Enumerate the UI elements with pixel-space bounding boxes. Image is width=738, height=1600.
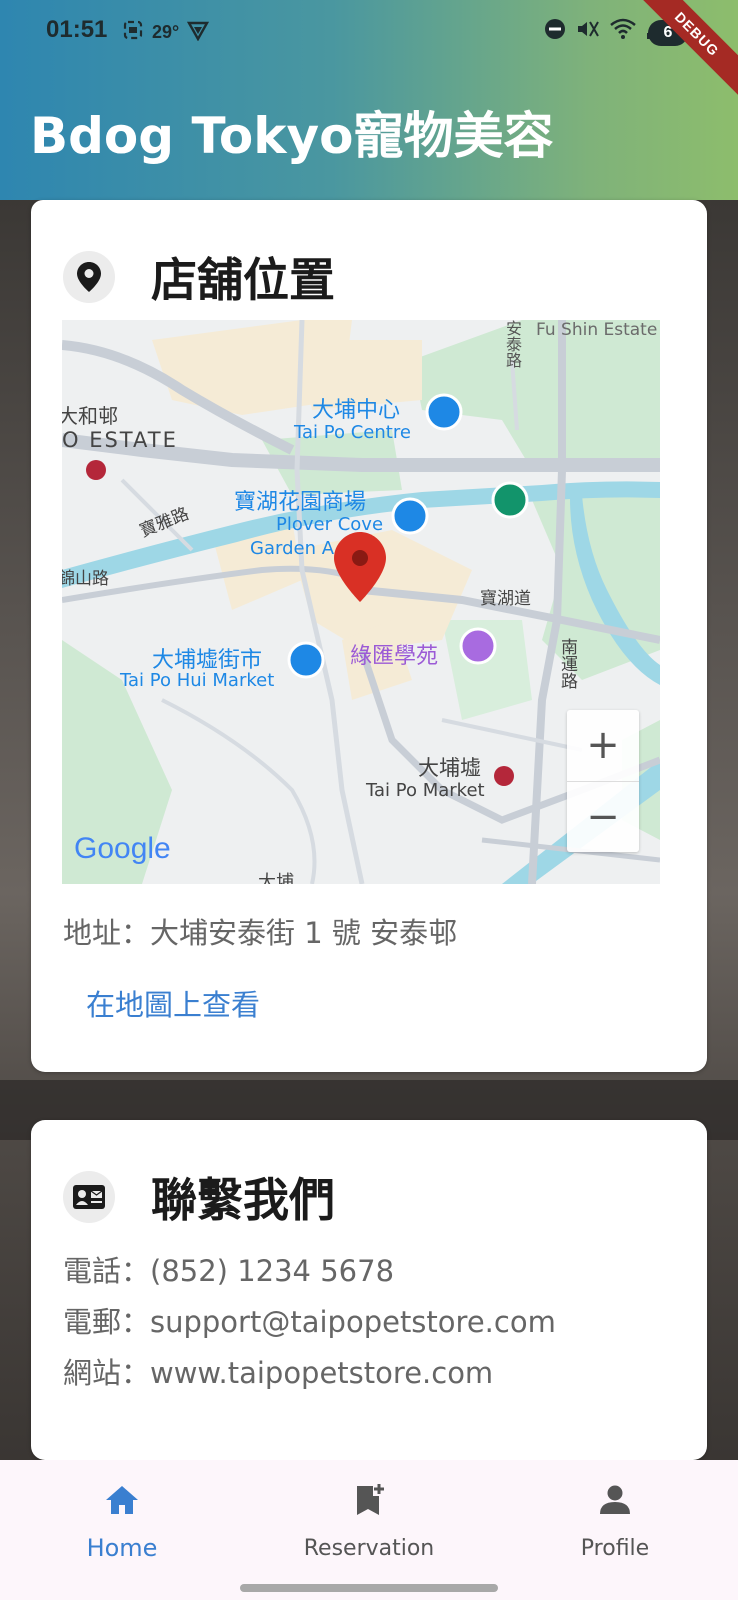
vpn-icon	[187, 19, 210, 46]
person-icon	[597, 1482, 633, 1518]
map-label: 大和邨	[62, 404, 118, 428]
map-label: Tai Po Hui Market	[120, 670, 275, 691]
bookmark-add-icon	[351, 1482, 387, 1518]
map-label: Tai Po Market	[366, 780, 485, 801]
contact-email: 電郵：support@taipopetstore.com	[63, 1305, 556, 1339]
zoom-out-button[interactable]: −	[567, 782, 639, 853]
zoom-in-button[interactable]: +	[567, 710, 639, 781]
nav-item-profile[interactable]: Profile	[515, 1460, 715, 1570]
contact-phone: 電話：(852) 1234 5678	[63, 1254, 395, 1288]
map-label: Fu Shin Estate	[536, 320, 658, 340]
page-title: Bdog Tokyo寵物美容	[30, 107, 554, 165]
nav-label-reservation: Reservation	[303, 1536, 435, 1561]
map-label: 大埔中心	[312, 398, 401, 423]
map-label: 南運路	[557, 638, 577, 689]
map-label: 綠匯學苑	[350, 644, 439, 669]
store-address: 地址：大埔安泰街 1 號 安泰邨	[63, 916, 458, 950]
contact-card-title: 聯繫我們	[151, 1173, 335, 1227]
google-logo: Google	[74, 832, 171, 865]
status-left-icons: 29°	[122, 19, 210, 46]
contact-card: 聯繫我們 電話：(852) 1234 5678 電郵：support@taipo…	[31, 1120, 707, 1460]
nav-item-reservation[interactable]: Reservation	[269, 1460, 469, 1570]
location-card: 店舖位置 Fu Shin Estate 安泰路 大和邨 O ESTATE 大埔中…	[31, 200, 707, 1072]
wifi-icon	[610, 18, 636, 45]
map-view[interactable]: Fu Shin Estate 安泰路 大和邨 O ESTATE 大埔中心 Tai…	[62, 320, 660, 884]
map-label: 安泰路	[503, 320, 522, 368]
location-card-header: 店舖位置	[63, 244, 335, 310]
screenshot-icon	[122, 19, 144, 46]
status-bar: 01:51 29° 6	[0, 0, 738, 64]
view-on-map-link[interactable]: 在地圖上查看	[86, 982, 260, 1024]
dnd-icon	[544, 18, 566, 45]
status-time: 01:51	[46, 16, 108, 43]
gesture-home-bar[interactable]	[240, 1584, 498, 1592]
nav-label-home: Home	[86, 1534, 158, 1562]
map-label: 錦山路	[62, 569, 109, 589]
map-label: Tai Po Centre	[294, 422, 411, 443]
location-card-title: 店舖位置	[151, 253, 335, 307]
contact-card-header: 聯繫我們	[63, 1164, 335, 1230]
map-label: Garden A	[250, 538, 335, 559]
contact-website: 網站：www.taipopetstore.com	[63, 1356, 494, 1390]
app-bar: 01:51 29° 6 DEBUG Bdog Tokyo寵物美容	[0, 0, 738, 200]
map-label: 大埔	[258, 872, 294, 884]
map-zoom-controls: + −	[567, 710, 639, 852]
map-label: 寶湖花園商場	[234, 490, 367, 515]
weather-temperature: 29°	[152, 22, 180, 42]
home-icon	[104, 1482, 140, 1518]
bottom-navigation: Home Reservation Profile	[0, 1460, 738, 1600]
contact-card-icon	[63, 1171, 115, 1223]
mute-icon	[576, 18, 600, 45]
map-label: Plover Cove	[276, 514, 384, 535]
nav-item-home[interactable]: Home	[22, 1460, 222, 1570]
map-label: 寶湖道	[480, 589, 531, 609]
map-label: 大埔墟	[418, 756, 481, 780]
location-pin-icon	[63, 251, 115, 303]
map-label: O ESTATE	[62, 428, 178, 452]
nav-label-profile: Profile	[580, 1536, 650, 1561]
